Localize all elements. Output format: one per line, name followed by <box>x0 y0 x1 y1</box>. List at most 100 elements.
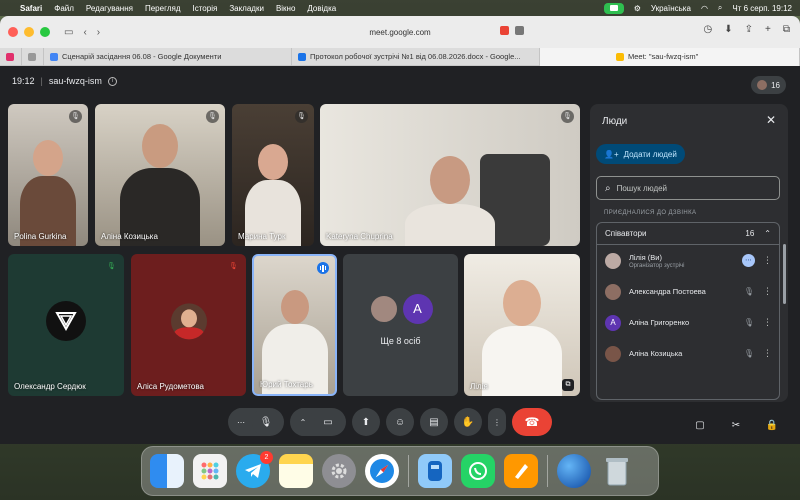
tab-doc-protocol[interactable]: Протокол робочої зустрічі №1 від 06.08.2… <box>292 47 540 66</box>
camera-permission-icon[interactable] <box>500 26 509 35</box>
forward-icon[interactable]: › <box>97 27 100 38</box>
pages-icon[interactable] <box>504 454 538 488</box>
menu-edit[interactable]: Редагування <box>86 4 133 13</box>
video-tile[interactable]: 🎙 Kateryna Chuprina <box>320 104 580 246</box>
participant-row[interactable]: А Аліна Григоренко 🎙 ⋮ <box>597 307 779 338</box>
participant-row[interactable]: Аліна Козицька 🎙 ⋮ <box>597 338 779 369</box>
meeting-code: sau-fwzq-ism <box>48 76 102 86</box>
camera-in-use-icon[interactable] <box>603 2 624 14</box>
back-icon[interactable]: ‹ <box>83 27 86 38</box>
activities-icon[interactable]: ✂ <box>722 411 750 439</box>
more-participants-tile[interactable]: A Ще 8 осіб <box>343 254 458 396</box>
sidebar-icon[interactable]: ▭ <box>64 27 73 38</box>
video-tile[interactable]: 🎙 Марина Турк <box>232 104 314 246</box>
search-people-input[interactable] <box>616 183 757 193</box>
menu-safari[interactable]: Safari <box>20 4 42 13</box>
tab-overview-icon[interactable]: ⧉ <box>783 24 790 35</box>
minimize-window-button[interactable] <box>24 27 34 37</box>
search-people-field[interactable]: ⌕ <box>596 176 780 200</box>
raise-hand-button[interactable]: ✋ <box>454 408 482 436</box>
safari-window: ▭ ‹ › meet.google.com ◷ ⬇ ⇪ + ⧉ Сценарій… <box>0 16 800 444</box>
wifi-icon[interactable]: ◠ <box>701 4 708 13</box>
avatar <box>605 283 621 300</box>
menu-file[interactable]: Файл <box>54 4 74 13</box>
video-tile[interactable]: 🎙 Олександр Сердюк <box>8 254 124 396</box>
leave-call-button[interactable]: ☎ <box>512 408 552 436</box>
tab-meet[interactable]: Meet: "sau-fwzq-ism" <box>540 47 800 66</box>
share-icon[interactable]: ⇪ <box>745 24 753 35</box>
camera-button[interactable]: ▭ <box>314 408 342 436</box>
more-options-button[interactable]: ⋮ <box>488 408 506 436</box>
tab-doc-scenario[interactable]: Сценарій засідання 06.08 - Google Докуме… <box>44 47 292 66</box>
video-options-button[interactable]: ⌃ <box>294 408 312 436</box>
docs-icon <box>298 52 306 61</box>
avatar <box>605 252 621 269</box>
kebab-menu-icon[interactable]: ⋮ <box>763 348 772 359</box>
notes-icon[interactable] <box>279 454 313 488</box>
trash-icon[interactable] <box>600 454 634 488</box>
mic-off-icon: 🎙 <box>561 110 574 123</box>
clock[interactable]: Чт 6 серп. 19:12 <box>732 4 792 13</box>
launchpad-icon[interactable] <box>193 454 227 488</box>
history-icon[interactable]: ◷ <box>704 24 713 35</box>
captions-button[interactable]: ▤ <box>420 408 448 436</box>
menu-history[interactable]: Історія <box>193 4 218 13</box>
avatar <box>46 301 86 341</box>
meet-content: 19:12 | sau-fwzq-ism i 16 🎙 Polina Gurki… <box>0 66 800 444</box>
dock-separator <box>547 455 548 487</box>
address-bar[interactable]: meet.google.com <box>290 25 510 40</box>
microphone-button[interactable]: 🎙 <box>252 408 280 436</box>
new-tab-icon[interactable]: + <box>765 24 771 35</box>
meet-icon <box>616 52 624 61</box>
chat-icon[interactable]: ▢ <box>686 411 714 439</box>
pinned-tab[interactable] <box>0 47 22 66</box>
download-icon[interactable]: ⬇ <box>724 24 732 35</box>
kebab-menu-icon[interactable]: ⋮ <box>763 286 772 297</box>
mic-off-icon: 🎙 <box>229 263 238 270</box>
panel-scrollbar[interactable] <box>783 244 786 304</box>
close-window-button[interactable] <box>8 27 18 37</box>
extension-icon[interactable] <box>515 26 524 35</box>
audio-options-button[interactable]: ⋯ <box>232 408 250 436</box>
group-header[interactable]: Співавтори 16 ⌃ <box>597 223 779 245</box>
menu-view[interactable]: Перегляд <box>145 4 181 13</box>
video-tile-self[interactable]: Лілія ⧉ <box>464 254 580 396</box>
menu-window[interactable]: Вікно <box>276 4 295 13</box>
video-tile[interactable]: 🎙 Polina Gurkina <box>8 104 88 246</box>
safari-icon[interactable] <box>365 454 399 488</box>
add-people-button[interactable]: 👤+ Додати людей <box>596 144 685 164</box>
globe-icon[interactable] <box>557 454 591 488</box>
settings-icon[interactable] <box>322 454 356 488</box>
telegram-icon[interactable]: 2 <box>236 451 273 488</box>
host-controls-icon[interactable]: 🔒 <box>758 411 786 439</box>
close-icon[interactable]: ✕ <box>766 113 776 127</box>
present-screen-button[interactable]: ⬆ <box>352 408 380 436</box>
video-tile[interactable]: 🎙 Аліна Козицька <box>95 104 225 246</box>
kebab-menu-icon[interactable]: ⋮ <box>763 317 772 328</box>
participant-row[interactable]: Александра Постоева 🎙 ⋮ <box>597 276 779 307</box>
pinned-tab-2[interactable] <box>22 47 44 66</box>
more-actions-icon[interactable]: ⋯ <box>742 254 755 267</box>
participant-row[interactable]: Лілія (Ви) Організатор зустрічі ⋯ ⋮ <box>597 245 779 276</box>
chevron-up-icon[interactable]: ⌃ <box>764 229 771 238</box>
fullscreen-window-button[interactable] <box>40 27 50 37</box>
app-icon[interactable] <box>418 454 452 488</box>
docs-icon <box>50 52 58 61</box>
kebab-menu-icon[interactable]: ⋮ <box>763 255 772 266</box>
more-participants-label: Ще 8 осіб <box>380 336 421 346</box>
side-controls: ▢ ✂ 🔒 <box>686 411 786 439</box>
video-tile-active-speaker[interactable]: Юрий Тохтарь <box>252 254 337 396</box>
video-tile[interactable]: 🎙 Аліса Рудометова <box>131 254 246 396</box>
keyboard-layout[interactable]: Українська <box>651 4 691 13</box>
tile-options-icon[interactable]: ⧉ <box>562 379 574 391</box>
participant-name: Аліна Козицька <box>101 232 158 241</box>
menu-help[interactable]: Довідка <box>307 4 336 13</box>
whatsapp-icon[interactable] <box>461 454 495 488</box>
participant-count[interactable]: 16 <box>751 76 786 94</box>
finder-icon[interactable] <box>150 454 184 488</box>
menu-bookmarks[interactable]: Закладки <box>229 4 264 13</box>
info-icon[interactable]: i <box>107 76 117 86</box>
search-icon[interactable]: ⌕ <box>718 3 722 13</box>
control-center-icon[interactable]: ⚙ <box>634 4 641 13</box>
reactions-button[interactable]: ☺ <box>386 408 414 436</box>
